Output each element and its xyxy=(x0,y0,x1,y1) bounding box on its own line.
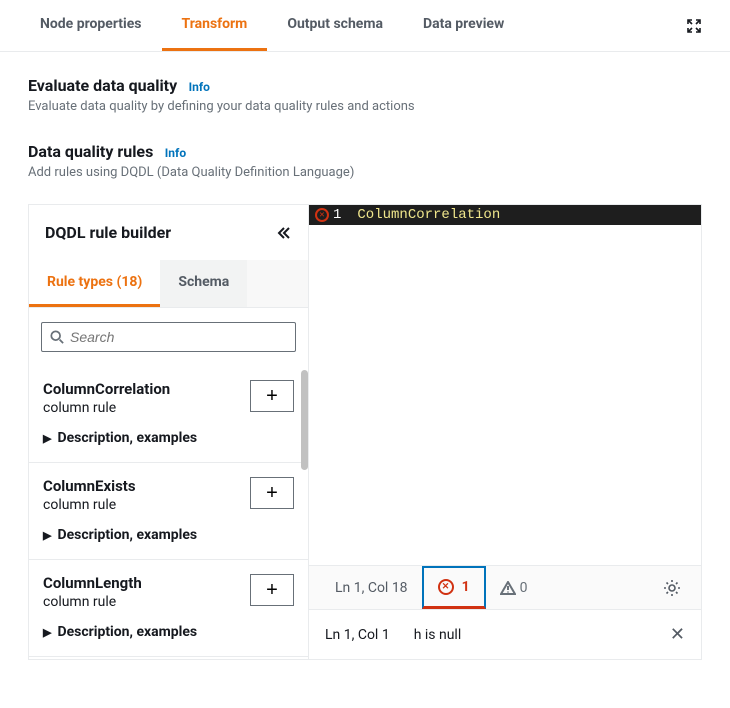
subtab-schema[interactable]: Schema xyxy=(160,260,247,307)
caret-right-icon: ▶ xyxy=(43,432,51,445)
error-message: h is null xyxy=(414,627,462,643)
rule-item: ColumnLength column rule + ▶Description,… xyxy=(29,560,308,657)
builder-title: DQDL rule builder xyxy=(45,223,171,242)
tab-output-schema[interactable]: Output schema xyxy=(267,0,403,51)
rules-list: ColumnCorrelation column rule + ▶Descrip… xyxy=(29,366,308,657)
warning-icon xyxy=(500,581,516,595)
search-input-wrap[interactable] xyxy=(41,322,296,352)
close-icon[interactable]: ✕ xyxy=(670,624,685,645)
settings-icon[interactable] xyxy=(655,571,689,605)
tab-data-preview[interactable]: Data preview xyxy=(403,0,524,51)
editor-panel: 1 ColumnCorrelation Ln 1, Col 18 1 0 xyxy=(309,205,701,659)
info-link-rules[interactable]: Info xyxy=(165,146,186,160)
collapse-icon[interactable] xyxy=(276,225,292,241)
rule-builder-panel: DQDL rule builder Rule types (18) Schema… xyxy=(29,205,309,659)
main-tabs: Node properties Transform Output schema … xyxy=(0,0,730,52)
tab-transform[interactable]: Transform xyxy=(162,0,268,51)
tab-node-properties[interactable]: Node properties xyxy=(20,0,162,51)
error-gutter-icon xyxy=(315,208,329,222)
code-text: ColumnCorrelation xyxy=(357,207,500,223)
scrollbar-thumb[interactable] xyxy=(301,370,308,470)
expand-icon[interactable] xyxy=(678,10,710,42)
editor-status-bar: Ln 1, Col 18 1 0 xyxy=(309,566,701,610)
rule-item: ColumnCorrelation column rule + ▶Descrip… xyxy=(29,366,308,463)
subtab-rule-types[interactable]: Rule types (18) xyxy=(29,260,160,307)
content-header: Evaluate data quality Info Evaluate data… xyxy=(0,52,730,204)
error-location: Ln 1, Col 1 xyxy=(325,627,390,643)
info-link-evaluate[interactable]: Info xyxy=(189,80,210,94)
error-icon xyxy=(438,579,454,595)
add-rule-button[interactable]: + xyxy=(250,574,294,606)
code-editor[interactable]: 1 ColumnCorrelation xyxy=(309,205,701,566)
warning-count-tab[interactable]: 0 xyxy=(486,566,542,609)
error-detail-row: Ln 1, Col 1 h is null ✕ xyxy=(309,610,701,659)
search-icon xyxy=(50,330,64,344)
add-rule-button[interactable]: + xyxy=(250,477,294,509)
rule-item: ColumnExists column rule + ▶Description,… xyxy=(29,463,308,560)
error-count-tab[interactable]: 1 xyxy=(422,566,486,609)
rule-expand-toggle[interactable]: ▶Description, examples xyxy=(43,624,294,640)
builder-area: DQDL rule builder Rule types (18) Schema… xyxy=(28,204,702,660)
section-title-evaluate: Evaluate data quality xyxy=(28,76,177,95)
caret-right-icon: ▶ xyxy=(43,529,51,542)
cursor-position: Ln 1, Col 18 xyxy=(321,566,422,609)
caret-right-icon: ▶ xyxy=(43,626,51,639)
section-title-rules: Data quality rules xyxy=(28,142,153,161)
rule-expand-toggle[interactable]: ▶Description, examples xyxy=(43,430,294,446)
section-desc-rules: Add rules using DQDL (Data Quality Defin… xyxy=(28,165,702,180)
builder-subtabs: Rule types (18) Schema xyxy=(29,260,308,308)
search-input[interactable] xyxy=(70,329,287,345)
rule-expand-toggle[interactable]: ▶Description, examples xyxy=(43,527,294,543)
add-rule-button[interactable]: + xyxy=(250,380,294,412)
section-desc-evaluate: Evaluate data quality by defining your d… xyxy=(28,99,702,114)
line-number: 1 xyxy=(333,207,341,223)
